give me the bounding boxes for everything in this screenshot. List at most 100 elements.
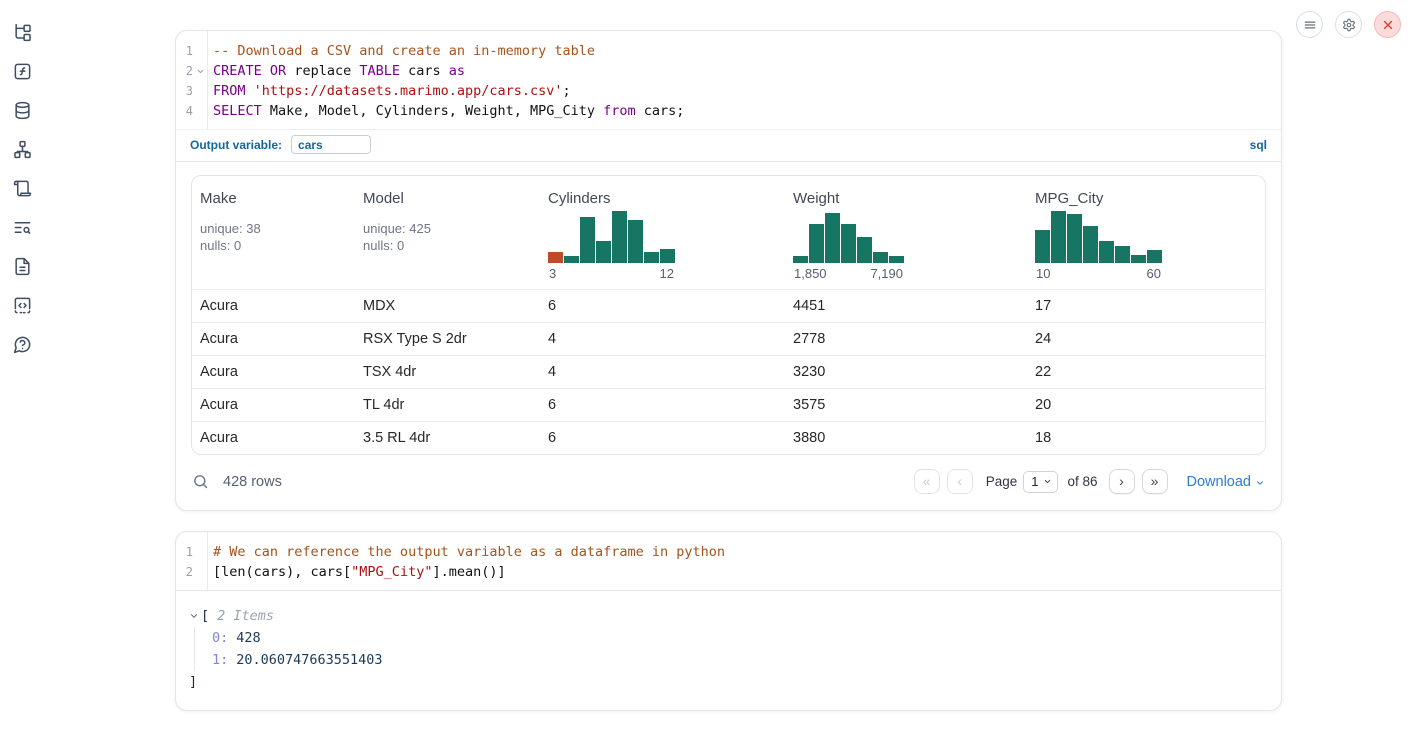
line-gutter: 3: [176, 81, 207, 101]
tree-item: 1:20.060747663551403: [212, 649, 1265, 671]
line-gutter: 2: [176, 61, 207, 81]
first-page-button[interactable]: «: [914, 469, 940, 494]
column-histogram: 1060: [1035, 211, 1257, 281]
next-page-button[interactable]: ›: [1109, 469, 1135, 494]
sidebar-item-variables[interactable]: [11, 60, 33, 82]
sidebar-item-data-sources[interactable]: [11, 99, 33, 121]
table-row[interactable]: Acura3.5 RL 4dr6388018: [192, 421, 1265, 454]
list-search-icon: [13, 218, 32, 237]
code-token: replace: [286, 63, 359, 79]
python-cell: 1 # We can reference the output variable …: [175, 531, 1282, 711]
tree-open-bracket: [: [201, 608, 209, 624]
result-output: [ 2 Items 0:4281:20.060747663551403 ]: [176, 591, 1281, 710]
code-token: FROM: [213, 83, 246, 99]
code-line: 3FROM 'https://datasets.marimo.app/cars.…: [176, 81, 1281, 101]
table-header: Makeunique: 38nulls: 0Modelunique: 425nu…: [192, 176, 1265, 289]
code-token: # We can reference the output variable a…: [213, 544, 725, 560]
network-graph-icon: [13, 140, 32, 159]
line-number: 4: [176, 101, 193, 121]
download-button[interactable]: Download: [1187, 474, 1266, 490]
table-cell: 4451: [785, 298, 1027, 314]
sidebar-item-logs[interactable]: [11, 177, 33, 199]
histogram-bar: [1147, 250, 1162, 263]
table-cell: Acura: [192, 397, 355, 413]
line-number: 2: [176, 61, 193, 81]
histogram-bar: [841, 224, 856, 263]
sidebar-item-help[interactable]: [11, 333, 33, 355]
fold-chevron-icon[interactable]: [193, 67, 207, 76]
function-square-icon: [13, 62, 32, 81]
table-cell: 3880: [785, 430, 1027, 446]
sidebar-item-file-explorer[interactable]: [11, 21, 33, 43]
python-code-editor[interactable]: 1 # We can reference the output variable …: [176, 532, 1281, 590]
histogram-bar: [580, 217, 595, 263]
axis-max-label: 7,190: [870, 266, 903, 281]
sidebar-item-dependencies[interactable]: [11, 138, 33, 160]
code-token: cars: [400, 63, 449, 79]
histogram-bar: [825, 213, 840, 263]
code-token: SELECT: [213, 103, 262, 119]
gear-icon: [1342, 18, 1356, 32]
code-line: 2 CREATE OR replace TABLE cars as: [176, 61, 1281, 81]
sidebar-item-snippets[interactable]: [11, 294, 33, 316]
histogram-bar: [612, 211, 627, 263]
code-line: 1 # We can reference the output variable …: [176, 542, 1281, 562]
tree-items-count: 2 Items: [217, 608, 274, 624]
chevron-down-icon: [1255, 478, 1265, 488]
notebook: 1 -- Download a CSV and create an in-memo…: [175, 0, 1282, 711]
code-text: FROM 'https://datasets.marimo.app/cars.c…: [207, 81, 571, 101]
prev-page-button[interactable]: ‹: [947, 469, 973, 494]
code-token: -- Download a CSV and create an in-memor…: [213, 43, 595, 59]
line-gutter: 1: [176, 542, 207, 562]
line-gutter: 2: [176, 562, 207, 582]
column-stats: unique: 425nulls: 0: [363, 220, 532, 254]
table-cell: 4: [540, 364, 785, 380]
column-title: Model: [363, 190, 532, 207]
histogram-bar: [873, 252, 888, 263]
histogram-bar: [1115, 246, 1130, 263]
histogram-bar: [596, 241, 611, 263]
page-select[interactable]: 1: [1023, 471, 1058, 493]
histogram-bar: [548, 252, 563, 263]
table-row[interactable]: AcuraRSX Type S 2dr4277824: [192, 322, 1265, 355]
code-token: TABLE: [359, 63, 400, 79]
code-token: Make, Model, Cylinders, Weight, MPG_City: [262, 103, 603, 119]
output-variable-input[interactable]: [291, 135, 371, 154]
tree-item-value: 428: [236, 630, 260, 646]
page-select-value: 1: [1031, 474, 1038, 489]
tree-collapse-icon[interactable]: [189, 611, 201, 621]
table-row[interactable]: AcuraTL 4dr6357520: [192, 388, 1265, 421]
scroll-icon: [13, 179, 32, 198]
sidebar-item-search[interactable]: [11, 216, 33, 238]
table-search-button[interactable]: [192, 472, 212, 492]
table-row[interactable]: AcuraMDX6445117: [192, 289, 1265, 322]
table-cell: 20: [1027, 397, 1265, 413]
code-token: ].mean()]: [432, 564, 505, 580]
last-page-button[interactable]: »: [1142, 469, 1168, 494]
line-number: 1: [176, 542, 193, 562]
settings-button[interactable]: [1335, 11, 1362, 38]
histogram-bar: [660, 249, 675, 263]
histogram-bar: [1035, 230, 1050, 263]
histogram-bar: [1131, 255, 1146, 263]
database-icon: [13, 101, 32, 120]
sql-code-editor[interactable]: 1-- Download a CSV and create an in-memo…: [176, 31, 1281, 129]
code-token: as: [449, 63, 465, 79]
stat-line: nulls: 0: [363, 237, 532, 254]
sidebar-item-documentation[interactable]: [11, 255, 33, 277]
axis-min-label: 3: [549, 266, 556, 281]
column-header: Weight1,8507,190: [785, 176, 1027, 289]
column-histogram: 1,8507,190: [793, 211, 1019, 281]
close-button[interactable]: [1374, 11, 1401, 38]
table-cell: 3230: [785, 364, 1027, 380]
page-total-label: of 86: [1067, 474, 1097, 489]
table-row[interactable]: AcuraTSX 4dr4323022: [192, 355, 1265, 388]
language-badge: sql: [1250, 138, 1267, 152]
menu-button[interactable]: [1296, 11, 1323, 38]
code-token: 'https://datasets.marimo.app/cars.csv': [254, 83, 563, 99]
topbar-actions: [1296, 11, 1401, 38]
code-token: from: [603, 103, 636, 119]
code-text: CREATE OR replace TABLE cars as: [207, 61, 465, 81]
column-header: Cylinders312: [540, 176, 785, 289]
tree-close-bracket: ]: [189, 672, 1265, 692]
